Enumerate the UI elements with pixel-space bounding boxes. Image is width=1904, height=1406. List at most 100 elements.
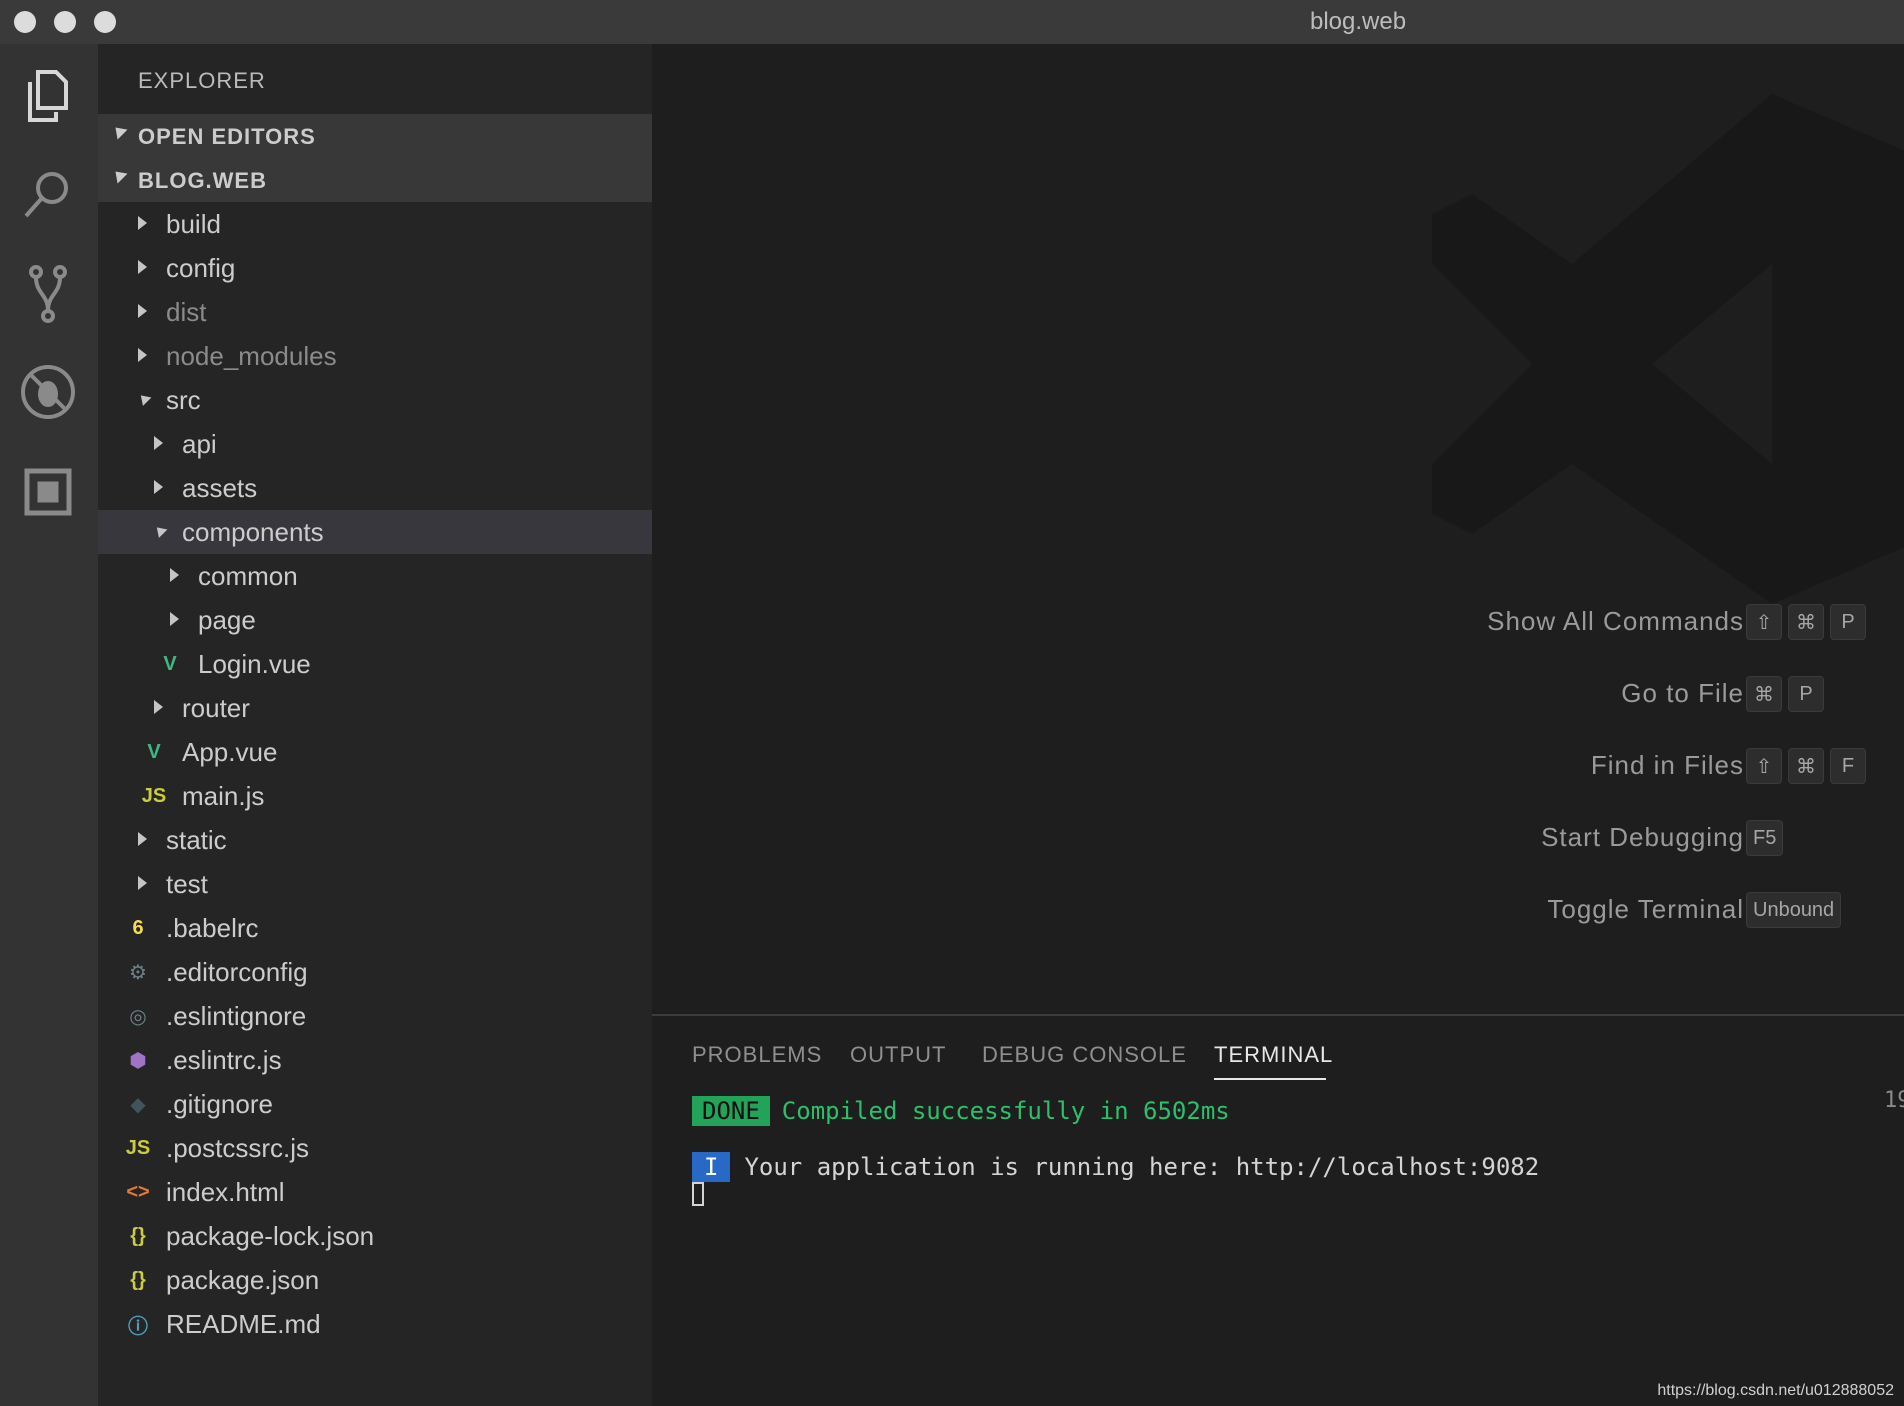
expanded-arrow-icon bbox=[136, 391, 152, 406]
title-bar: blog.web bbox=[0, 0, 1904, 45]
tree-item-label: api bbox=[182, 429, 217, 459]
key-cap: F bbox=[1830, 748, 1866, 784]
key-cap: ⌘ bbox=[1746, 676, 1782, 712]
shortcut-keys: Unbound bbox=[1746, 892, 1842, 928]
tree-item-label: package-lock.json bbox=[166, 1221, 375, 1251]
folder-item[interactable]: static bbox=[98, 818, 652, 862]
tree-item-label: build bbox=[166, 209, 221, 239]
tree-item-label: main.js bbox=[182, 781, 265, 811]
tab-problems[interactable]: PROBLEMS bbox=[692, 1042, 822, 1068]
gear-icon: ⚙ bbox=[129, 961, 147, 984]
shortcut-row: Find in Files ⇧ ⌘ F bbox=[1004, 744, 1904, 788]
file-item[interactable]: 6 .babelrc bbox=[98, 906, 652, 950]
collapsed-arrow-icon bbox=[154, 480, 163, 494]
folder-item[interactable]: assets bbox=[98, 466, 652, 510]
debug-icon[interactable] bbox=[18, 362, 78, 422]
file-item[interactable]: {} package-lock.json bbox=[98, 1214, 652, 1258]
key-cap: ⌘ bbox=[1788, 604, 1824, 640]
source-control-icon[interactable] bbox=[18, 264, 78, 324]
js-file-icon: JS bbox=[125, 1136, 151, 1159]
tree-item-label: README.md bbox=[166, 1309, 321, 1339]
collapsed-arrow-icon bbox=[154, 436, 163, 450]
folder-item[interactable]: build bbox=[98, 202, 652, 246]
file-item[interactable]: <> index.html bbox=[98, 1170, 652, 1214]
collapsed-arrow-icon bbox=[154, 700, 163, 714]
tree-item-label: Login.vue bbox=[198, 649, 311, 679]
activity-bar bbox=[0, 44, 98, 1406]
info-badge: I bbox=[692, 1152, 731, 1182]
project-label: BLOG.WEB bbox=[138, 168, 267, 193]
file-item[interactable]: JS main.js bbox=[98, 774, 652, 818]
file-item[interactable]: ◆ .gitignore bbox=[98, 1082, 652, 1126]
tree-item-label: page bbox=[198, 605, 256, 635]
vscode-logo-icon bbox=[1432, 94, 1904, 604]
expanded-arrow-icon bbox=[110, 122, 128, 140]
project-header[interactable]: BLOG.WEB bbox=[98, 158, 652, 202]
file-item[interactable]: ⬢ .eslintrc.js bbox=[98, 1038, 652, 1082]
file-item[interactable]: ⚙ .editorconfig bbox=[98, 950, 652, 994]
collapsed-arrow-icon bbox=[170, 612, 179, 626]
active-tab-indicator bbox=[1214, 1078, 1326, 1080]
folder-item[interactable]: test bbox=[98, 862, 652, 906]
info-message: Your application is running here: http:/… bbox=[744, 1153, 1540, 1181]
shortcut-label: Find in Files bbox=[1590, 750, 1744, 780]
folder-item[interactable]: src bbox=[98, 378, 652, 422]
tree-item-label: config bbox=[166, 253, 236, 283]
shortcut-row: Go to File ⌘ P bbox=[1004, 672, 1904, 716]
shortcut-keys: ⇧ ⌘ P bbox=[1746, 604, 1866, 640]
explorer-sidebar: EXPLORER OPEN EDITORS BLOG.WEB build conf… bbox=[98, 44, 652, 1406]
window-title: blog.web bbox=[1310, 8, 1407, 35]
expanded-arrow-icon bbox=[152, 523, 168, 538]
file-item[interactable]: ⓘ README.md bbox=[98, 1302, 652, 1346]
tree-item-label: .postcssrc.js bbox=[166, 1133, 310, 1163]
shortcut-label: Go to File bbox=[1621, 678, 1744, 708]
collapsed-arrow-icon bbox=[138, 876, 147, 890]
tree-item-label: package.json bbox=[166, 1265, 320, 1295]
open-editors-header[interactable]: OPEN EDITORS bbox=[98, 114, 652, 158]
shortcut-keys: ⇧ ⌘ F bbox=[1746, 748, 1866, 784]
folder-item[interactable]: page bbox=[98, 598, 652, 642]
search-icon[interactable] bbox=[18, 164, 78, 224]
done-message: Compiled successfully in 6502ms bbox=[781, 1097, 1230, 1125]
folder-item[interactable]: node_modules bbox=[98, 334, 652, 378]
shortcut-row: Show All Commands ⇧ ⌘ P bbox=[1004, 600, 1904, 644]
folder-item[interactable]: dist bbox=[98, 290, 652, 334]
collapsed-arrow-icon bbox=[170, 568, 179, 582]
tree-item-label: dist bbox=[166, 297, 207, 327]
tab-debug-console[interactable]: DEBUG CONSOLE bbox=[982, 1042, 1187, 1068]
tree-item-label: assets bbox=[182, 473, 258, 503]
folder-item[interactable]: router bbox=[98, 686, 652, 730]
key-cap: ⇧ bbox=[1746, 748, 1782, 784]
watermark: https://blog.csdn.net/u012888052 bbox=[1657, 1382, 1894, 1399]
eslint-file-icon: ⬢ bbox=[129, 1049, 147, 1072]
terminal-cursor[interactable] bbox=[692, 1182, 704, 1206]
file-item[interactable]: V App.vue bbox=[98, 730, 652, 774]
key-cap: P bbox=[1830, 604, 1866, 640]
explorer-icon[interactable] bbox=[18, 66, 78, 126]
file-item[interactable]: {} package.json bbox=[98, 1258, 652, 1302]
tree-item-label: router bbox=[182, 693, 250, 723]
collapsed-arrow-icon bbox=[138, 260, 147, 274]
extensions-icon[interactable] bbox=[18, 462, 78, 522]
file-item[interactable]: ◎ .eslintignore bbox=[98, 994, 652, 1038]
eslintignore-file-icon: ◎ bbox=[129, 1005, 147, 1028]
folder-item[interactable]: components bbox=[98, 510, 652, 554]
folder-item[interactable]: api bbox=[98, 422, 652, 466]
folder-item[interactable]: config bbox=[98, 246, 652, 290]
bottom-panel: PROBLEMS OUTPUT DEBUG CONSOLE TERMINAL D… bbox=[652, 1014, 1904, 1406]
key-cap: ⌘ bbox=[1788, 748, 1824, 784]
expanded-arrow-icon bbox=[110, 166, 128, 184]
open-editors-label: OPEN EDITORS bbox=[138, 124, 316, 149]
tab-terminal[interactable]: TERMINAL bbox=[1214, 1042, 1333, 1068]
key-cap: ⇧ bbox=[1746, 604, 1782, 640]
info-file-icon: ⓘ bbox=[128, 1315, 148, 1338]
file-item[interactable]: JS .postcssrc.js bbox=[98, 1126, 652, 1170]
json-file-icon: {} bbox=[130, 1268, 146, 1291]
tree-item-label: components bbox=[182, 517, 324, 547]
folder-item[interactable]: common bbox=[98, 554, 652, 598]
truncated-number: 19 bbox=[1884, 1088, 1904, 1113]
file-item[interactable]: V Login.vue bbox=[98, 642, 652, 686]
tree-item-label: .eslintrc.js bbox=[166, 1045, 282, 1075]
tab-output[interactable]: OUTPUT bbox=[850, 1042, 946, 1068]
shortcut-label: Start Debugging bbox=[1541, 822, 1744, 852]
